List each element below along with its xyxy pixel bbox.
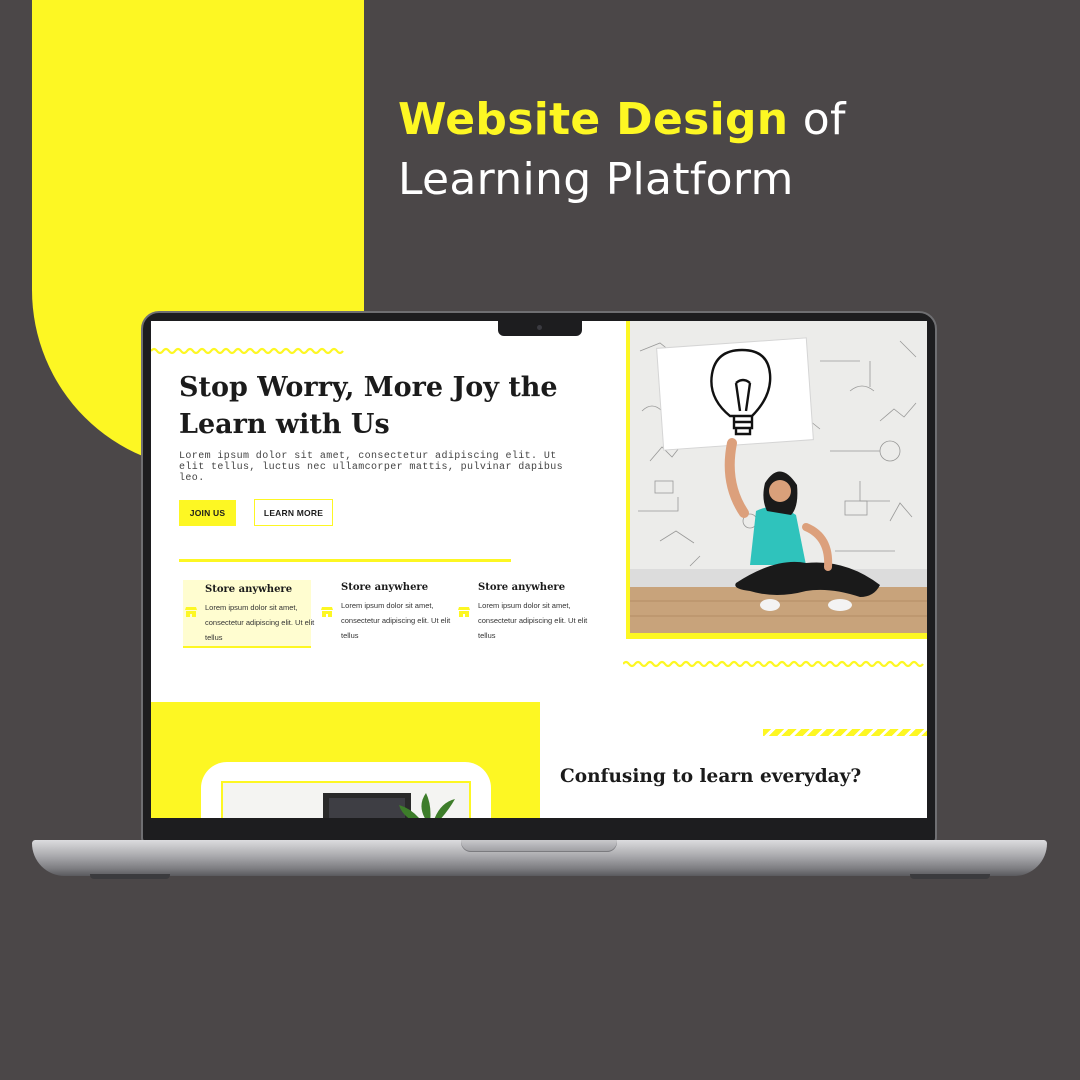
feature-title: Store anywhere: [205, 584, 293, 595]
join-us-button[interactable]: JOIN US: [179, 500, 236, 526]
camera-notch: [498, 321, 582, 336]
laptop-foot-right: [910, 874, 990, 879]
feature-title: Store anywhere: [341, 582, 429, 593]
hero-divider: [179, 559, 511, 562]
section2-stripe-decor: [763, 729, 927, 736]
learn-more-button[interactable]: LEARN MORE: [254, 499, 333, 526]
store-icon: [321, 607, 333, 617]
feature-title: Store anywhere: [478, 582, 566, 593]
laptop-base-notch: [461, 840, 617, 852]
page-headline: Website Design of Learning Platform: [398, 90, 1038, 210]
feature-text: Lorem ipsum dolor sit amet, consectetur …: [478, 601, 588, 640]
feature-card-1[interactable]: Store anywhere Lorem ipsum dolor sit ame…: [183, 580, 314, 648]
top-squiggle-decor: [151, 347, 344, 355]
laptop-foot-left: [90, 874, 170, 879]
section2-title: Confusing to learn everyday?: [560, 766, 862, 787]
feature-text: Lorem ipsum dolor sit amet, consectetur …: [205, 603, 315, 642]
feature-card-2[interactable]: Store anywhere Lorem ipsum dolor sit ame…: [319, 580, 450, 648]
laptop-screen: Stop Worry, More Joy the Learn with Us L…: [151, 321, 927, 818]
hero-subtitle: Lorem ipsum dolor sit amet, consectetur …: [179, 451, 564, 484]
hero-photo: [630, 321, 927, 633]
feature-card-3[interactable]: Store anywhere Lorem ipsum dolor sit ame…: [456, 580, 587, 648]
photo-squiggle-decor: [623, 660, 924, 668]
store-icon: [458, 607, 470, 617]
section2-image: [221, 781, 471, 818]
hero-title: Stop Worry, More Joy the Learn with Us: [179, 372, 558, 440]
feature-text: Lorem ipsum dolor sit amet, consectetur …: [341, 601, 451, 640]
headline-highlight: Website Design: [398, 94, 789, 145]
camera-icon: [537, 325, 542, 330]
store-icon: [185, 607, 197, 617]
